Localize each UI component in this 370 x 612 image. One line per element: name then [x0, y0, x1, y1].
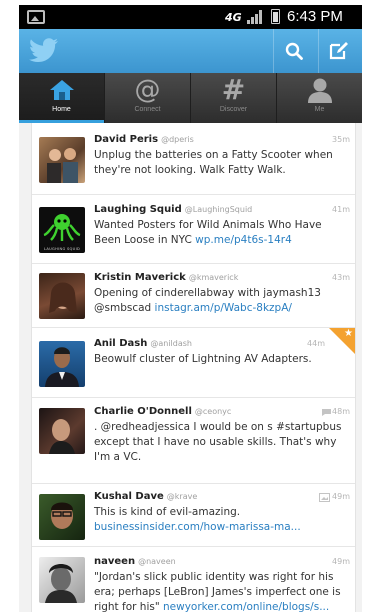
tweet-text: "Jordan's slick public identity was righ…	[94, 571, 341, 612]
search-button[interactable]	[273, 29, 314, 73]
avatar[interactable]	[39, 494, 85, 540]
tweet-item[interactable]: Kushal Dave @krave 49m This is kind of ev…	[32, 484, 355, 547]
phone-screen: 4G 6:43 PM Home @ Connect # Discover Me …	[19, 5, 362, 612]
tweet-author-name[interactable]: Laughing Squid	[94, 204, 182, 215]
tweet-author-handle: @krave	[166, 492, 198, 501]
tab-discover[interactable]: # Discover	[191, 73, 277, 123]
tweet-link[interactable]: newyorker.com/online/blogs/s...	[163, 601, 329, 612]
tweet-author-name[interactable]: Kushal Dave	[94, 491, 164, 502]
tweet-item[interactable]: LAUGHING SQUID Laughing Squid @LaughingSq…	[32, 195, 355, 264]
tweet-item[interactable]: Charlie O'Donnell @ceonyc 48m . @redheadj…	[32, 398, 355, 484]
tweet-text: Unplug the batteries on a Fatty Scooter …	[94, 149, 333, 176]
tweet-text: . @redheadjessica I would be on s #start…	[94, 421, 342, 463]
timeline[interactable]: David Peris @dperis 35m Unplug the batter…	[31, 123, 356, 612]
tweet-timestamp: 43m	[332, 273, 350, 282]
tab-me[interactable]: Me	[277, 73, 362, 123]
tweet-timestamp: 48m	[332, 407, 350, 416]
tweet-item[interactable]: David Peris @dperis 35m Unplug the batter…	[32, 123, 355, 195]
compose-icon	[329, 42, 348, 60]
avatar-caption: LAUGHING SQUID	[43, 247, 81, 251]
tweet-text: Opening of cinderellabway with jaymash13…	[94, 287, 321, 314]
tweet-author-handle: @naveen	[138, 557, 176, 566]
tweet-text: This is kind of evil-amazing. businessin…	[94, 506, 301, 533]
tab-bar: Home @ Connect # Discover Me	[19, 73, 362, 123]
tab-home-label: Home	[52, 106, 71, 113]
tweet-author-handle: @dperis	[161, 135, 194, 144]
avatar[interactable]	[39, 557, 85, 603]
tweet-link[interactable]: businessinsider.com/how-marissa-ma...	[94, 521, 301, 533]
tab-discover-label: Discover	[219, 106, 248, 113]
tweet-item[interactable]: naveen @naveen 49m "Jordan's slick public…	[32, 547, 355, 612]
tweet-timestamp: 49m	[332, 557, 350, 566]
speech-bubble-icon	[322, 409, 331, 416]
tweet-author-handle: @LaughingSquid	[184, 205, 253, 214]
clock: 6:43 PM	[287, 8, 343, 25]
network-type: 4G	[225, 11, 242, 24]
tweet-author-handle: @kmaverick	[188, 273, 239, 282]
tweet-item[interactable]: ★ Anil Dash @anildash 44m Beowulf cluster…	[32, 328, 355, 398]
tweet-timestamp: 41m	[332, 205, 350, 214]
tweet-author-handle: @anildash	[150, 339, 192, 348]
avatar[interactable]	[39, 273, 85, 319]
tweet-timestamp: 49m	[332, 492, 350, 501]
tweet-timestamp: 44m	[307, 339, 325, 348]
search-icon	[285, 42, 303, 60]
tweet-author-name[interactable]: Anil Dash	[94, 338, 147, 349]
tweet-author-name[interactable]: Charlie O'Donnell	[94, 406, 192, 417]
avatar[interactable]	[39, 341, 85, 387]
at-icon: @	[134, 74, 161, 105]
tweet-text: Beowulf cluster of Lightning AV Adapters…	[94, 353, 312, 365]
tab-home[interactable]: Home	[19, 73, 105, 123]
avatar[interactable]	[39, 408, 85, 454]
tweet-timestamp: 35m	[332, 135, 350, 144]
status-bar: 4G 6:43 PM	[19, 5, 362, 29]
tweet-link[interactable]: wp.me/p4t6s-14r4	[195, 234, 292, 246]
battery-icon	[271, 9, 280, 24]
compose-button[interactable]	[318, 29, 359, 73]
tweet-item[interactable]: Kristin Maverick @kmaverick 43m Opening o…	[32, 264, 355, 328]
person-icon	[307, 78, 332, 103]
hash-icon: #	[221, 72, 246, 106]
tweet-text: Wanted Posters for Wild Animals Who Have…	[94, 219, 322, 246]
action-bar	[19, 29, 362, 73]
tweet-author-name[interactable]: Kristin Maverick	[94, 272, 186, 283]
gallery-notification-icon	[27, 10, 45, 24]
tweet-author-handle: @ceonyc	[194, 407, 232, 416]
tab-connect[interactable]: @ Connect	[105, 73, 191, 123]
tweet-author-name[interactable]: naveen	[94, 556, 135, 567]
tweet-author-name[interactable]: David Peris	[94, 134, 158, 145]
image-icon	[319, 493, 330, 502]
twitter-bird-icon[interactable]	[29, 38, 59, 62]
tweet-link[interactable]: instagr.am/p/Wabc-8kzpA/	[155, 302, 292, 314]
avatar[interactable]: LAUGHING SQUID	[39, 207, 85, 253]
tab-me-label: Me	[314, 106, 325, 113]
avatar[interactable]	[39, 137, 85, 183]
signal-icon	[247, 10, 263, 24]
home-icon	[49, 79, 74, 100]
tab-connect-label: Connect	[134, 106, 161, 113]
